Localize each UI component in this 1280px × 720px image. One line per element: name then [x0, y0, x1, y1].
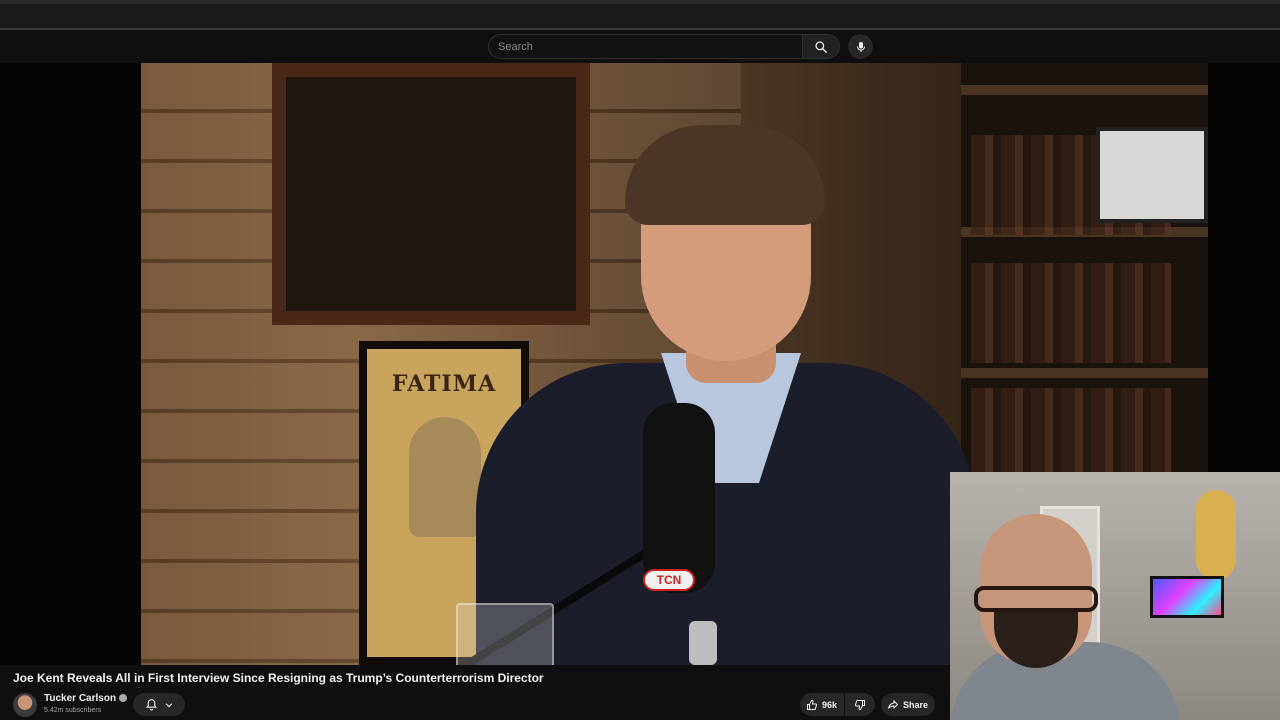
search-box[interactable] — [488, 34, 802, 59]
browser-chrome-strip — [0, 0, 1280, 30]
mic-logo-badge: TCN — [643, 569, 695, 591]
poster-text: FATIMA — [391, 371, 497, 397]
share-arrow-icon — [888, 699, 899, 709]
gold-balloon — [1196, 490, 1236, 580]
channel-name-link[interactable]: Tucker Carlson — [44, 693, 128, 704]
bookshelf — [961, 63, 1208, 488]
thumbs-down-icon — [854, 699, 865, 710]
dislike-button[interactable] — [845, 693, 875, 716]
masthead — [0, 30, 1280, 63]
channel-name[interactable]: Tucker Carlson — [44, 693, 116, 704]
shelf — [961, 85, 1208, 95]
wall-picture-frame — [272, 63, 590, 325]
wristwatch — [689, 621, 717, 665]
verified-icon — [119, 694, 128, 703]
thumbs-up-icon — [807, 699, 818, 710]
video-title: Joe Kent Reveals All in First Interview … — [13, 671, 544, 685]
drinking-glass — [456, 603, 554, 665]
host-hair — [625, 125, 825, 225]
search-button[interactable] — [802, 34, 840, 59]
like-count: 96k — [822, 699, 838, 710]
channel-avatar[interactable] — [13, 693, 37, 717]
channel-row: Tucker Carlson 5.42m subscribers — [13, 692, 533, 718]
search-input[interactable] — [498, 40, 802, 53]
webcam-overlay — [950, 472, 1280, 720]
bell-icon — [145, 699, 157, 711]
share-label: Share — [903, 699, 929, 710]
voice-search-button[interactable] — [848, 34, 873, 59]
microphone-icon — [856, 41, 865, 52]
books — [971, 263, 1171, 363]
notification-bell-button[interactable] — [133, 693, 185, 716]
share-button[interactable]: Share — [881, 693, 935, 716]
chevron-down-icon — [165, 702, 172, 707]
poster-figure — [409, 417, 481, 537]
video-actions: 96k Share — [800, 693, 950, 716]
shelf — [961, 368, 1208, 378]
podcast-microphone — [643, 403, 715, 593]
like-button[interactable]: 96k — [800, 693, 844, 716]
search-icon — [815, 40, 827, 53]
streamer-glasses — [974, 586, 1098, 612]
webcam-tv-screen — [1150, 576, 1224, 618]
shelf-photo — [1096, 127, 1208, 223]
subscriber-count: 5.42m subscribers — [44, 707, 102, 714]
